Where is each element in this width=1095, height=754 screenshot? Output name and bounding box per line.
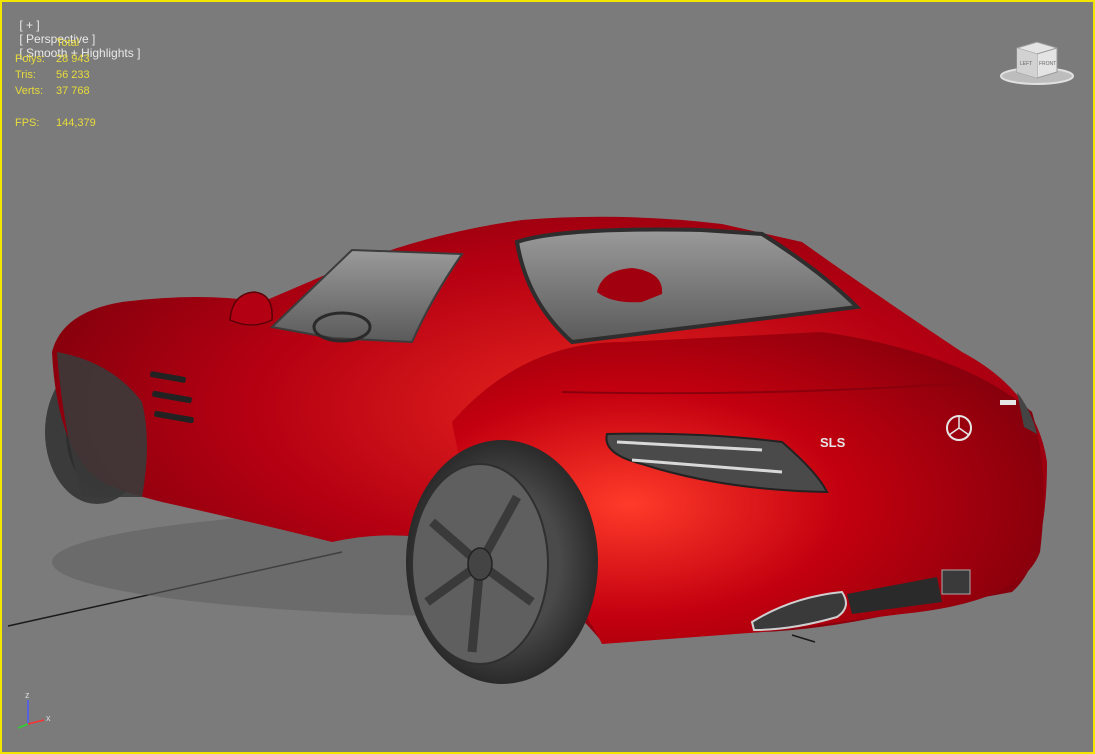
stats-polys-label: Polys: [15,53,45,65]
viewport-menu-plus[interactable]: [ + ] [19,18,39,32]
stats-verts-value: 37 768 [56,85,90,97]
stats-verts-label: Verts: [15,85,44,97]
rear-wheel [406,440,598,684]
axis-x-label: x [46,713,51,723]
stats-fps-value: 144,379 [56,117,96,129]
model-badge: SLS [820,435,846,450]
viewcube-front-label: FRONT [1039,61,1056,67]
side-mirror [229,291,273,326]
stats-fps-label: FPS: [15,117,40,129]
axis-tripod-icon: z x [17,690,51,729]
scene-render[interactable]: SLS [2,2,1093,752]
viewcube-icon[interactable]: LEFT FRONT [999,38,1075,86]
viewcube-left-label: LEFT [1020,61,1032,67]
axis-z-label: z [25,690,30,700]
stats-tris-label: Tris: [15,69,36,81]
viewport-statistics: Total Polys: 28 943 Tris: 56 233 Verts: 37 … [15,35,96,131]
grid-axis-line [791,634,816,643]
stats-tris-value: 56 233 [56,69,90,81]
stats-polys-value: 28 943 [56,53,90,65]
stats-header: Total [56,37,80,49]
perspective-viewport[interactable]: SLS [ + ] [ Perspective ] [ Smooth + Hig… [0,0,1095,754]
